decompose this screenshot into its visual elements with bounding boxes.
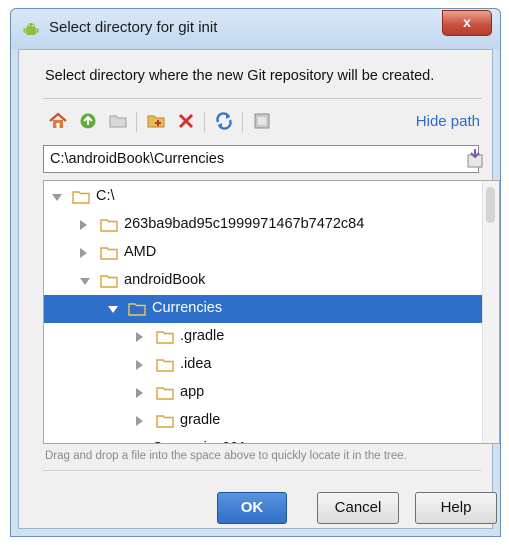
expand-arrow-icon[interactable] — [136, 360, 143, 370]
folder-icon — [72, 190, 90, 204]
folder-icon[interactable] — [107, 110, 129, 132]
folder-icon — [156, 358, 174, 372]
hide-path-link[interactable]: Hide path — [416, 113, 480, 130]
android-icon — [23, 21, 39, 37]
tree-item-label: .idea — [180, 356, 212, 372]
tree-row[interactable]: 263ba9bad95c1999971467b7472c84 — [44, 211, 483, 239]
folder-icon — [156, 414, 174, 428]
tree-row[interactable]: Currencies — [44, 295, 483, 323]
path-history-icon[interactable] — [466, 147, 484, 169]
expand-arrow-icon[interactable] — [136, 332, 143, 342]
folder-icon — [128, 442, 146, 443]
dialog-window: Select directory for git init x Select d… — [10, 8, 501, 537]
delete-icon[interactable] — [175, 110, 197, 132]
home-icon[interactable] — [47, 110, 69, 132]
folder-icon — [156, 330, 174, 344]
path-input[interactable] — [43, 145, 479, 173]
folder-icon — [100, 218, 118, 232]
tree-row[interactable]: AMD — [44, 239, 483, 267]
tree-item-label: androidBook — [124, 272, 206, 288]
tree-row[interactable]: gradle — [44, 407, 483, 435]
tree-scrollbar[interactable] — [482, 181, 499, 443]
divider — [43, 98, 482, 99]
close-button[interactable]: x — [442, 10, 492, 36]
folder-icon — [128, 302, 146, 316]
refresh-icon[interactable] — [77, 110, 99, 132]
new-folder-icon[interactable] — [145, 110, 167, 132]
collapse-arrow-icon[interactable] — [108, 306, 118, 313]
collapse-arrow-icon[interactable] — [80, 278, 90, 285]
help-button[interactable]: Help — [415, 492, 497, 524]
tree-item-label: gradle — [180, 412, 221, 428]
show-hidden-icon[interactable] — [251, 110, 273, 132]
dialog-content: Select directory where the new Git repos… — [18, 49, 500, 529]
directory-tree[interactable]: Currencies001 gradle app .idea .gradle Curren… — [43, 180, 500, 444]
toolbar-separator — [242, 112, 243, 132]
tree-row[interactable]: .idea — [44, 351, 483, 379]
toolbar — [47, 106, 387, 136]
divider — [43, 470, 482, 471]
tree-item-label: Currencies — [152, 300, 223, 316]
folder-icon — [100, 246, 118, 260]
expand-arrow-icon[interactable] — [136, 388, 143, 398]
expand-arrow-icon[interactable] — [80, 220, 87, 230]
folder-icon — [100, 274, 118, 288]
expand-arrow-icon[interactable] — [80, 248, 87, 258]
folder-icon — [156, 386, 174, 400]
title-bar[interactable]: Select directory for git init x — [11, 9, 500, 49]
cancel-button[interactable]: Cancel — [317, 492, 399, 524]
scrollbar-thumb[interactable] — [486, 187, 495, 223]
tree-row[interactable]: C:\ — [44, 183, 483, 211]
tree-item-label: C:\ — [96, 188, 115, 204]
expand-arrow-icon[interactable] — [136, 416, 143, 426]
toolbar-separator — [204, 112, 205, 132]
tree-row[interactable]: .gradle — [44, 323, 483, 351]
toolbar-separator — [136, 112, 137, 132]
tree-item-label: app — [180, 384, 205, 400]
collapse-arrow-icon[interactable] — [52, 194, 62, 201]
tree-row[interactable]: Currencies001 — [44, 435, 483, 443]
tree-item-label: Currencies001 — [152, 440, 246, 443]
tree-item-label: .gradle — [180, 328, 225, 344]
hint-text: Drag and drop a file into the space abov… — [45, 450, 407, 462]
tree-item-label: 263ba9bad95c1999971467b7472c84 — [124, 216, 365, 232]
tree-item-label: AMD — [124, 244, 157, 260]
sync-icon[interactable] — [213, 110, 235, 132]
window-title: Select directory for git init — [49, 19, 218, 36]
tree-row[interactable]: app — [44, 379, 483, 407]
ok-button[interactable]: OK — [217, 492, 287, 524]
description-text: Select directory where the new Git repos… — [45, 68, 435, 84]
tree-row[interactable]: androidBook — [44, 267, 483, 295]
